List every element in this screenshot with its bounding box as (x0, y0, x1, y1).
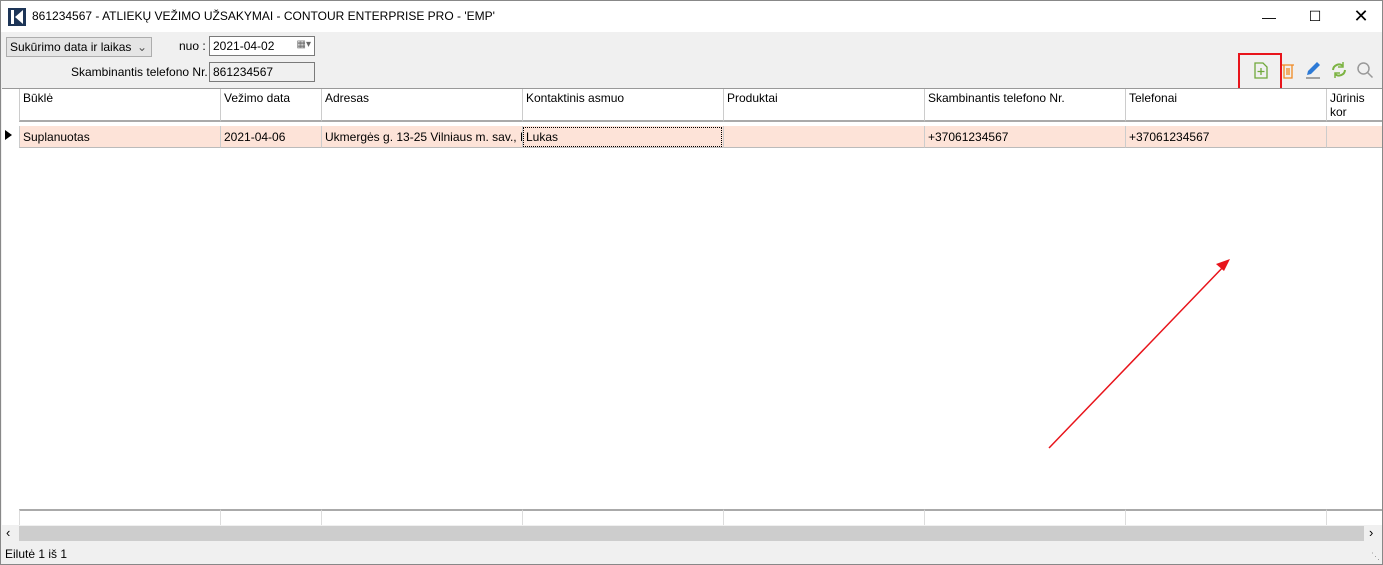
from-date-value: 2021-04-02 (213, 39, 275, 53)
table-cell[interactable] (723, 126, 924, 148)
footer-cell (522, 509, 723, 526)
phone-label: Skambinantis telefono Nr. : (71, 65, 215, 79)
app-logo-icon (8, 8, 26, 26)
column-header[interactable]: Jūrinis kor (1326, 89, 1382, 122)
column-header[interactable]: Skambinantis telefono Nr. (924, 89, 1125, 122)
table-cell[interactable]: +37061234567 (924, 126, 1125, 148)
column-header[interactable]: Adresas (321, 89, 522, 122)
table-cell[interactable]: 2021-04-06 (220, 126, 321, 148)
footer-cell (1326, 509, 1382, 526)
footer-cell (19, 509, 220, 526)
from-date-picker[interactable]: 2021-04-02 ▦▾ (209, 36, 315, 56)
highlight-box (1238, 53, 1282, 92)
column-header[interactable]: Produktai (723, 89, 924, 122)
title-bar: 861234567 - ATLIEKŲ VEŽIMO UŽSAKYMAI - C… (1, 1, 1382, 32)
table-cell[interactable]: Lukas (522, 126, 723, 148)
footer-cell (924, 509, 1125, 526)
window: 861234567 - ATLIEKŲ VEŽIMO UŽSAKYMAI - C… (0, 0, 1383, 565)
chevron-down-icon: ⌄ (136, 40, 147, 54)
scroll-left-icon[interactable]: ‹ (6, 525, 10, 540)
close-button[interactable]: ✕ (1338, 1, 1383, 32)
resize-grip-icon[interactable]: ⋱ (1371, 551, 1380, 562)
maximize-button[interactable]: ☐ (1292, 1, 1338, 32)
table-cell[interactable]: +37061234567 (1125, 126, 1326, 148)
delete-icon (1282, 63, 1294, 79)
footer-cell (723, 509, 924, 526)
horizontal-scrollbar[interactable]: ‹ › (2, 525, 1382, 542)
delete-button[interactable] (1277, 59, 1299, 81)
table-cell[interactable]: Ukmergės g. 13-25 Vilniaus m. sav., L (321, 126, 522, 148)
column-header[interactable]: Vežimo data (220, 89, 321, 122)
table-cell[interactable]: Suplanuotas (19, 126, 220, 148)
footer-cell (1125, 509, 1326, 526)
footer-cell (321, 509, 522, 526)
scroll-right-icon[interactable]: › (1369, 525, 1373, 540)
from-label: nuo : (179, 39, 206, 53)
scroll-thumb[interactable] (19, 526, 1364, 541)
date-type-select[interactable]: Sukūrimo data ir laikas ⌄ (6, 37, 152, 57)
column-header[interactable]: Telefonai (1125, 89, 1326, 122)
search-button[interactable] (1354, 59, 1376, 81)
current-row-indicator-icon (5, 130, 12, 140)
refresh-button[interactable] (1328, 59, 1350, 81)
calendar-icon[interactable]: ▦▾ (297, 39, 311, 50)
search-icon (1357, 62, 1374, 79)
minimize-button[interactable]: — (1246, 1, 1292, 32)
table-cell[interactable] (1326, 126, 1382, 148)
column-header[interactable]: Būklė (19, 89, 220, 122)
window-title: 861234567 - ATLIEKŲ VEŽIMO UŽSAKYMAI - C… (32, 9, 495, 23)
footer-cell (220, 509, 321, 526)
column-header[interactable]: Kontaktinis asmuo (522, 89, 723, 122)
status-text: Eilutė 1 iš 1 (5, 547, 68, 561)
annotation-arrow (1048, 254, 1238, 457)
edit-icon (1306, 62, 1320, 79)
phone-field[interactable]: 861234567 (209, 62, 315, 82)
refresh-icon (1332, 62, 1346, 78)
edit-button[interactable] (1302, 59, 1324, 81)
date-type-value: Sukūrimo data ir laikas (10, 40, 132, 54)
orders-grid[interactable]: Būklė Suplanuotas Vežimo data 2021-04-06 Adr… (2, 88, 1382, 526)
